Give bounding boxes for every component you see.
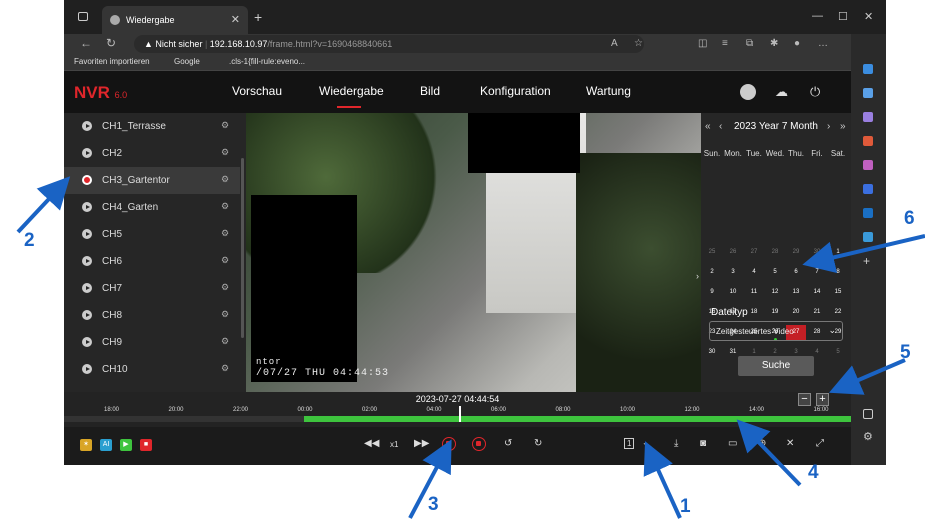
annotation-label-5: 5 xyxy=(900,342,911,363)
annotation-label-6: 6 xyxy=(904,208,915,229)
arrow-4 xyxy=(736,419,802,487)
arrow-2 xyxy=(16,176,71,234)
annotation-label-2: 2 xyxy=(24,230,35,251)
arrow-6 xyxy=(802,234,925,274)
annotation-arrows xyxy=(16,176,925,519)
annotation-label-3: 3 xyxy=(428,494,439,515)
arrow-1 xyxy=(643,441,682,519)
annotation-label-1: 1 xyxy=(680,496,691,517)
arrow-5 xyxy=(828,358,906,395)
annotation-label-4: 4 xyxy=(808,462,819,483)
